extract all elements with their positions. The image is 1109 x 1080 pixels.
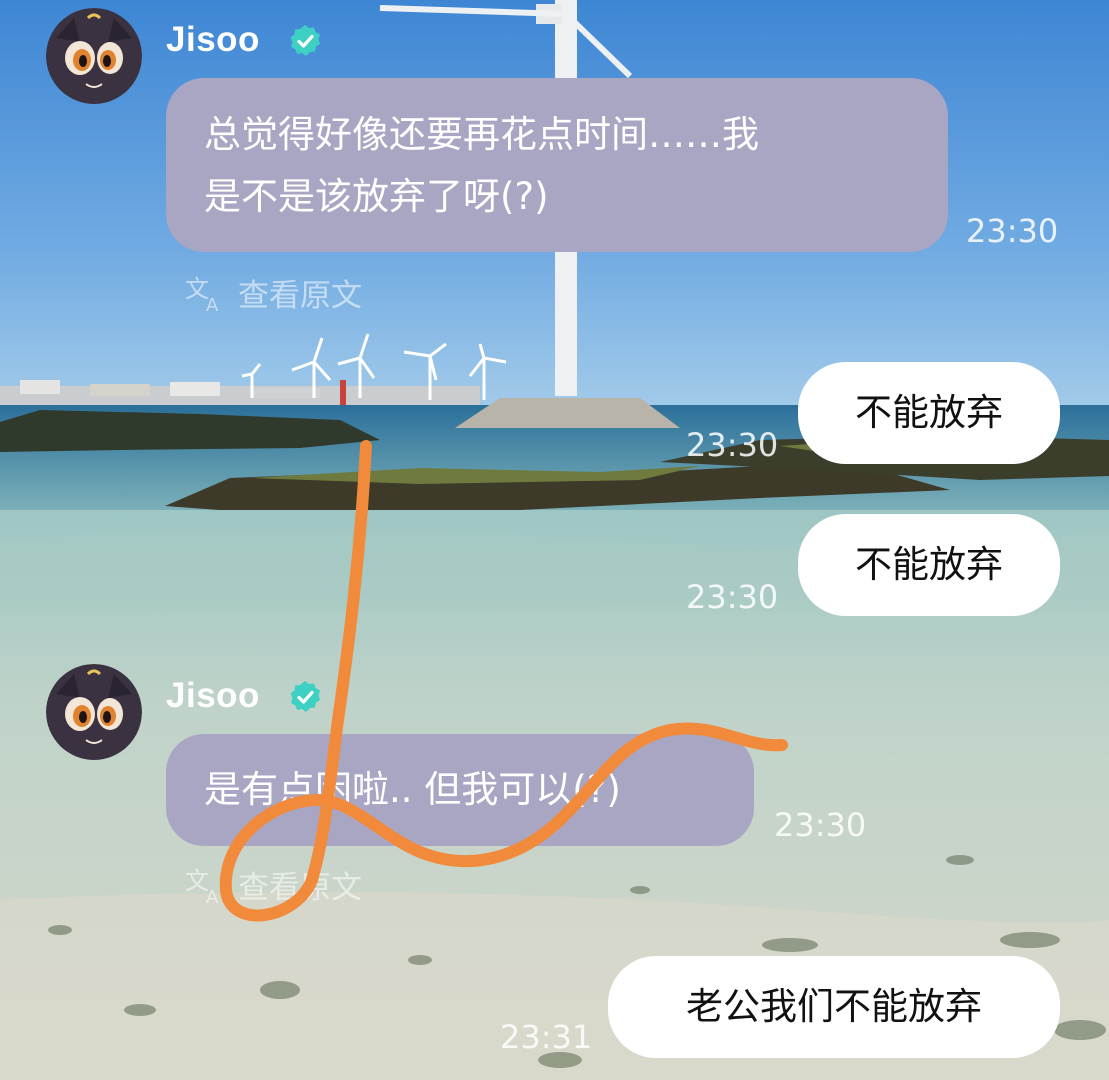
- message-bubble-incoming[interactable]: 总觉得好像还要再花点时间……我 是不是该放弃了呀(?): [166, 78, 948, 252]
- svg-text:A: A: [206, 295, 219, 313]
- view-original-label: 查看原文: [238, 870, 362, 906]
- verified-badge-icon: [290, 681, 320, 712]
- translate-icon: 文 A: [185, 275, 219, 313]
- message-timestamp: 23:30: [686, 426, 779, 464]
- verified-badge-icon: [290, 25, 320, 56]
- sender-name: Jisoo: [166, 20, 260, 59]
- message-timestamp: 23:31: [500, 1018, 593, 1056]
- sender-avatar[interactable]: [46, 664, 142, 760]
- view-original-link[interactable]: 文 A 查看原文: [184, 862, 362, 907]
- chat-screen: Jisoo 总觉得好像还要再花点时间……我 是不是该放弃了呀(?) 23:30 …: [0, 0, 1109, 1080]
- message-bubble-outgoing[interactable]: 不能放弃: [798, 514, 1060, 616]
- translate-icon: 文 A: [185, 867, 219, 905]
- view-original-label: 查看原文: [238, 278, 362, 314]
- message-timestamp: 23:30: [774, 806, 867, 844]
- message-timestamp: 23:30: [686, 578, 779, 616]
- message-text-line: 是有点困啦.. 但我可以(?): [204, 768, 621, 811]
- message-bubble-outgoing[interactable]: 老公我们不能放弃: [608, 956, 1060, 1058]
- message-bubble-outgoing[interactable]: 不能放弃: [798, 362, 1060, 464]
- sender-avatar[interactable]: [46, 8, 142, 104]
- sender-name: Jisoo: [166, 676, 260, 715]
- svg-text:A: A: [206, 887, 219, 905]
- message-text-line: 总觉得好像还要再花点时间……我: [204, 113, 759, 156]
- message-bubble-incoming[interactable]: 是有点困啦.. 但我可以(?): [166, 734, 754, 846]
- message-timestamp: 23:30: [966, 212, 1059, 250]
- message-text-line: 是不是该放弃了呀(?): [204, 175, 549, 218]
- view-original-link[interactable]: 文 A 查看原文: [184, 270, 362, 315]
